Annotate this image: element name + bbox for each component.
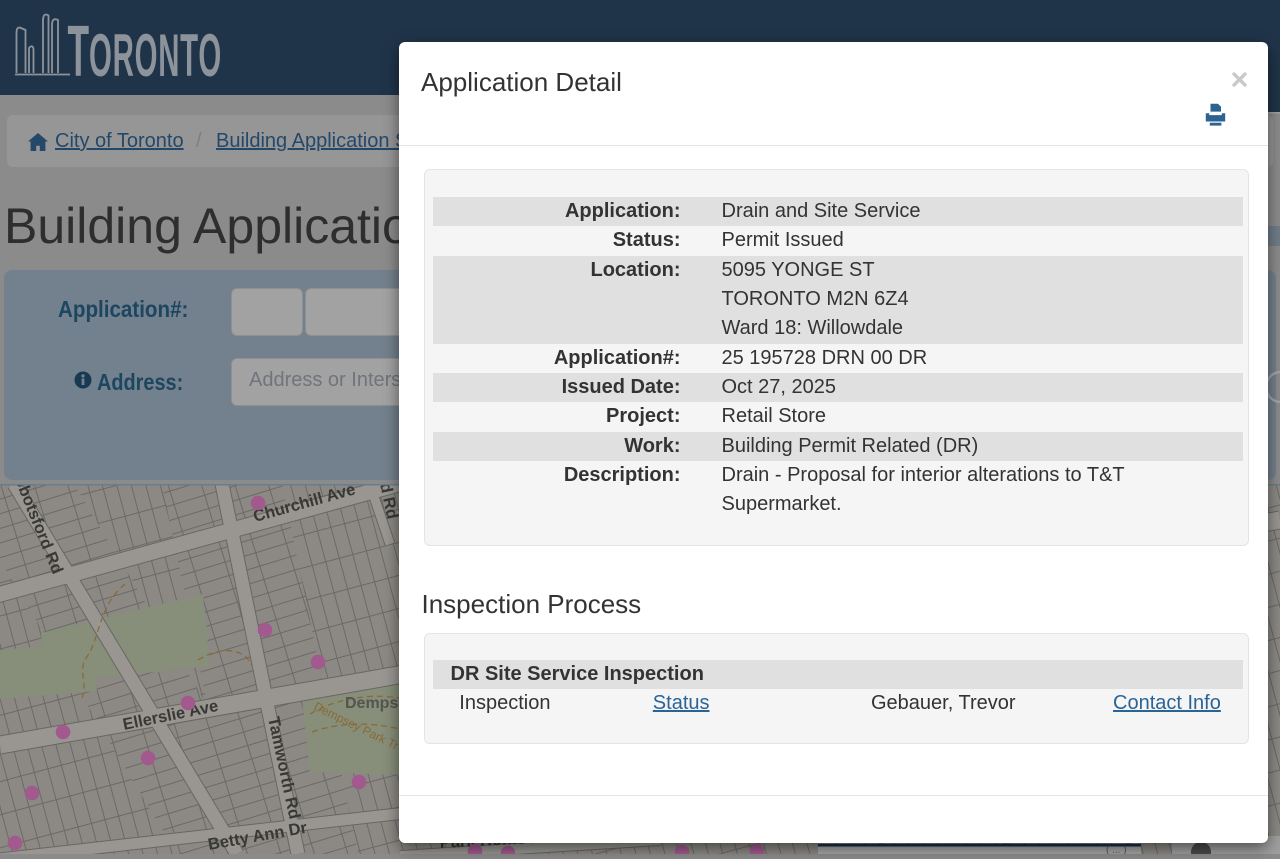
- svg-text:( ... ): ( ... ): [1106, 845, 1127, 854]
- svg-text:T: T: [68, 13, 90, 93]
- svg-text:ORONTO: ORONTO: [89, 23, 222, 90]
